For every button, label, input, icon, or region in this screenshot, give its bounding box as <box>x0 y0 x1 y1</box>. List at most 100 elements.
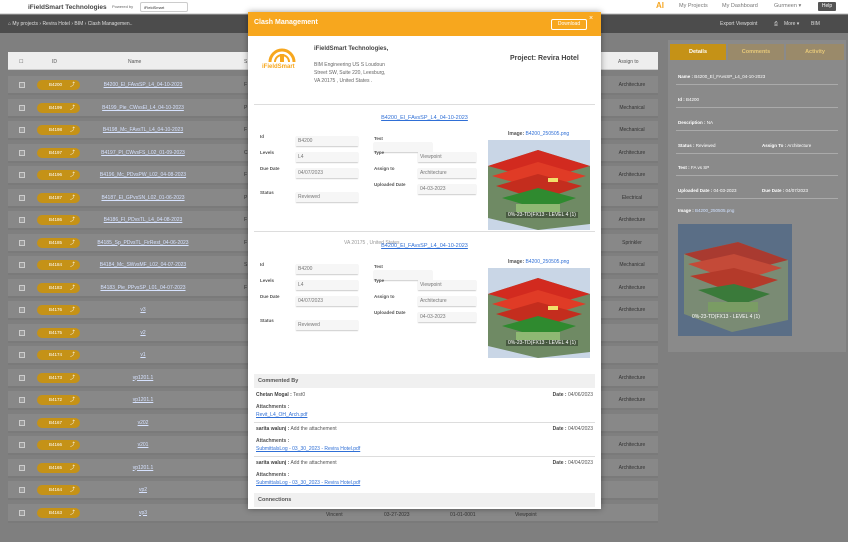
link-icon[interactable]: ⤴ <box>70 170 75 180</box>
user-menu[interactable]: Gurmeen ▾ <box>774 3 801 9</box>
row-checkbox[interactable] <box>19 374 25 381</box>
attachment-link-3[interactable]: SubmittalsLog - 03_30_2023 - Revira Hote… <box>256 480 360 486</box>
link-icon[interactable]: ⤴ <box>70 305 75 315</box>
tab-activity[interactable]: Activity <box>786 44 844 60</box>
clash-name-link[interactable]: B4199_Pie_CWvsEl_L4_04-10-2023 <box>88 105 198 111</box>
clash-name-link[interactable]: vp1201.1 <box>88 397 198 403</box>
export-viewpoint-button[interactable]: Export Viewpoint <box>720 21 757 27</box>
clash-id-badge[interactable]: B4184 ⤴ <box>37 260 80 270</box>
row-checkbox[interactable] <box>19 442 25 448</box>
clash-id-badge[interactable]: B4186 ⤴ <box>37 215 80 225</box>
clash-title-2[interactable]: B4200_El_FAvsSP_L4_04-10-2023 <box>248 243 601 249</box>
link-icon[interactable]: ⤴ <box>70 80 75 90</box>
row-checkbox[interactable] <box>19 262 25 268</box>
more-menu[interactable]: More ▾ <box>784 21 799 27</box>
clash-name-link[interactable]: vp2 <box>88 487 198 493</box>
clash-id-badge[interactable]: B4197 ⤴ <box>37 147 80 158</box>
link-icon[interactable]: ⤴ <box>70 373 75 383</box>
clash-thumbnail[interactable]: 0%-23-TD(FX13 - LEVEL 4 (1) <box>678 224 792 336</box>
clash-name-link[interactable]: B4185_Sp_PDvsTL_FirRest_04-06-2023 <box>88 240 198 246</box>
select-all-checkbox[interactable]: ☐ <box>19 59 23 65</box>
link-icon[interactable]: ⤴ <box>70 260 75 270</box>
close-icon[interactable]: × <box>589 15 593 22</box>
link-icon[interactable]: ⤴ <box>70 485 75 495</box>
clash-id-badge[interactable]: B4174 ⤴ <box>37 350 80 360</box>
clash-id-badge[interactable]: B4173 ⤴ <box>37 372 80 383</box>
row-checkbox[interactable] <box>19 149 25 156</box>
row-checkbox[interactable] <box>19 284 25 291</box>
link-icon[interactable]: ⤴ <box>70 125 75 135</box>
nav-my-projects[interactable]: My Projects <box>679 3 708 9</box>
row-checkbox[interactable] <box>19 352 25 358</box>
help-button[interactable]: Help <box>818 2 836 11</box>
clash-id-badge[interactable]: B4172 ⤴ <box>37 395 80 405</box>
row-checkbox[interactable] <box>19 104 25 111</box>
link-icon[interactable]: ⤴ <box>70 283 75 293</box>
header-name[interactable]: Name <box>128 59 141 65</box>
nav-my-dashboard[interactable]: My Dashboard <box>722 3 758 9</box>
clash-title-1[interactable]: B4200_El_FAvsSP_L4_04-10-2023 <box>248 115 601 121</box>
link-icon[interactable]: ⤴ <box>70 215 75 225</box>
clash-id-badge[interactable]: B4164 ⤴ <box>37 485 80 495</box>
detail-image-link[interactable]: B4200_250505.png <box>695 208 734 213</box>
row-checkbox[interactable] <box>19 194 25 201</box>
print-icon[interactable]: ⎙ <box>774 21 778 27</box>
image-link[interactable]: B4200_250505.png <box>526 259 570 265</box>
attachment-link-2[interactable]: SubmittalsLog - 03_30_2023 - Revira Hote… <box>256 446 360 452</box>
clash-name-link[interactable]: v3 <box>88 307 198 313</box>
row-checkbox[interactable] <box>19 397 25 403</box>
clash-id-badge[interactable]: B4165 ⤴ <box>37 462 80 473</box>
clash-id-badge[interactable]: B4167 ⤴ <box>37 417 80 428</box>
tab-comments[interactable]: Comments <box>728 44 784 60</box>
clash-id-badge[interactable]: B4187 ⤴ <box>37 192 80 203</box>
image-link[interactable]: B4200_250505.png <box>526 131 570 137</box>
clash-name-link[interactable]: B4183_Pie_PPvsSP_L01_04-07-2023 <box>88 285 198 291</box>
bim-button[interactable]: BIM <box>811 21 820 27</box>
clash-name-link[interactable]: v201 <box>88 442 198 448</box>
clash-name-link[interactable]: vp1201.1 <box>88 375 198 381</box>
clash-name-link[interactable]: v2 <box>88 330 198 336</box>
clash-name-link[interactable]: B4186_Fl_PDvsTL_L4_04-08-2023 <box>88 217 198 223</box>
link-icon[interactable]: ⤴ <box>70 440 75 450</box>
clash-image-1[interactable]: 0%-23-TD(FX13 - LEVEL 4 (1) <box>488 140 590 230</box>
link-icon[interactable]: ⤴ <box>70 328 75 338</box>
clash-name-link[interactable]: B4187_El_GPvsSN_L02_01-06-2023 <box>88 195 198 201</box>
header-id[interactable]: ID <box>52 59 57 65</box>
clash-id-badge[interactable]: B4166 ⤴ <box>37 440 80 450</box>
link-icon[interactable]: ⤴ <box>70 193 75 203</box>
clash-id-badge[interactable]: B4200 ⤴ <box>37 80 80 90</box>
row-checkbox[interactable] <box>19 82 25 88</box>
row-checkbox[interactable] <box>19 239 25 246</box>
clash-id-badge[interactable]: B4196 ⤴ <box>37 170 80 180</box>
clash-name-link[interactable]: v1 <box>88 352 198 358</box>
clash-name-link[interactable]: B4196_Mc_PDvsPW_L02_04-08-2023 <box>88 172 198 178</box>
row-checkbox[interactable] <box>19 329 25 336</box>
clash-image-2[interactable]: 0%-23-TD(FX13 - LEVEL 4 (1) <box>488 268 590 358</box>
breadcrumb-item-bim[interactable]: BIM <box>74 21 83 27</box>
download-button[interactable]: Download <box>551 19 587 30</box>
row-checkbox[interactable] <box>19 419 25 426</box>
row-checkbox[interactable] <box>19 464 25 471</box>
clash-name-link[interactable]: B4198_Mc_FAvsTL_L4_04-10-2023 <box>88 127 198 133</box>
breadcrumb-item-projects[interactable]: My projects <box>12 21 38 27</box>
link-icon[interactable]: ⤴ <box>70 418 75 428</box>
clash-id-badge[interactable]: B4176 ⤴ <box>37 305 80 315</box>
row-checkbox[interactable] <box>19 307 25 313</box>
tab-details[interactable]: Details <box>670 44 726 60</box>
clash-id-badge[interactable]: B4183 ⤴ <box>37 282 80 293</box>
link-icon[interactable]: ⤴ <box>70 395 75 405</box>
link-icon[interactable]: ⤴ <box>70 350 75 360</box>
clash-name-link[interactable]: vp1201.1 <box>88 465 198 471</box>
header-status[interactable]: S <box>244 59 247 65</box>
link-icon[interactable]: ⤴ <box>70 103 75 113</box>
link-icon[interactable]: ⤴ <box>70 148 75 158</box>
row-checkbox[interactable] <box>19 217 25 223</box>
clash-name-link[interactable]: B4200_El_FAvsSP_L4_04-10-2023 <box>88 82 198 88</box>
link-icon[interactable]: ⤴ <box>70 463 75 473</box>
breadcrumb-item-project[interactable]: Revira Hotel <box>42 21 70 27</box>
row-checkbox[interactable] <box>19 127 25 133</box>
clash-id-badge[interactable]: B4185 ⤴ <box>37 237 80 248</box>
row-checkbox[interactable] <box>19 172 25 178</box>
row-checkbox[interactable] <box>19 487 25 493</box>
clash-id-badge[interactable]: B4199 ⤴ <box>37 102 80 113</box>
